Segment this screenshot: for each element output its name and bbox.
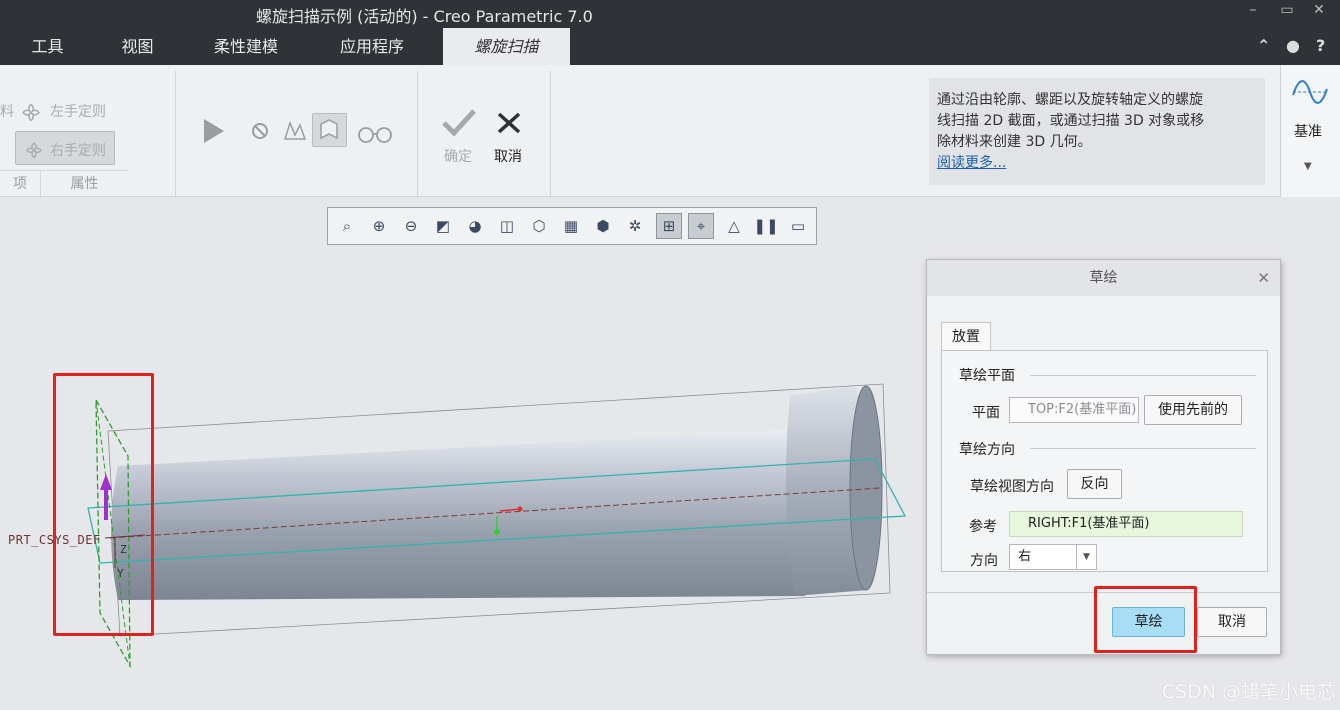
collapse-ribbon-icon[interactable]: ⌃ [1257, 36, 1270, 55]
sketch-plane-section-title: 草绘平面 [959, 368, 1015, 384]
chevron-down-icon[interactable]: ▼ [1076, 545, 1096, 569]
feature-preview-button[interactable] [312, 113, 347, 147]
right-hand-rule-button[interactable]: ᯽ 右手定则 [15, 131, 115, 165]
spin-center-icon[interactable]: ⌖ [688, 213, 714, 239]
tab-view[interactable]: 视图 [95, 28, 180, 65]
display-style-icon[interactable]: ◕ [462, 213, 488, 239]
minimize-button[interactable]: – [1242, 2, 1264, 18]
datum-display-icon[interactable]: ✲ [622, 213, 648, 239]
highlight-box-sketch-plane [53, 373, 154, 636]
plane-field[interactable]: TOP:F2(基准平面) [1009, 397, 1139, 423]
restore-button[interactable]: ▭ [1276, 2, 1298, 18]
ok-check-icon[interactable] [441, 107, 477, 137]
stop-icon[interactable] [250, 121, 270, 141]
placement-panel: 草绘平面 平面 TOP:F2(基准平面) 使用先前的 草绘方向 草绘视图方向 反… [941, 350, 1268, 572]
section-divider [1030, 448, 1256, 449]
glasses-preview-icon[interactable] [357, 123, 393, 145]
zoom-out-icon[interactable]: ⊖ [398, 213, 424, 239]
section-view-icon[interactable]: ▦ [558, 213, 584, 239]
title-bar: 螺旋扫描示例 (活动的) - Creo Parametric 7.0 – ▭ ✕ [0, 0, 1340, 28]
section-divider [1030, 375, 1256, 376]
perspective-icon[interactable]: ⬢ [590, 213, 616, 239]
view-manager-icon[interactable]: ⬡ [526, 213, 552, 239]
reference-label: 参考 [969, 519, 997, 535]
left-hand-rule[interactable]: 左手定则 [50, 101, 106, 121]
ribbon-panel: 料 ᯽ 左手定则 ᯽ 右手定则 项 属性 确定 取消 通过沿由轮廓、螺距以及旋转… [0, 65, 1340, 197]
use-previous-button[interactable]: 使用先前的 [1144, 395, 1242, 425]
reference-field[interactable]: RIGHT:F1(基准平面) [1009, 511, 1243, 537]
datum-group[interactable]: 基准 ▼ [1280, 65, 1340, 197]
view-direction-label: 草绘视图方向 [970, 479, 1054, 495]
tab-helical-sweep[interactable]: 螺旋扫描 [443, 28, 570, 65]
refit-icon[interactable]: ⌕ [334, 213, 360, 239]
saved-orientation-icon[interactable]: ◫ [494, 213, 520, 239]
tab-placement[interactable]: 放置 [941, 322, 991, 351]
partial-label: 料 [0, 104, 14, 120]
datum-label: 基准 [1294, 124, 1322, 140]
orientation-select[interactable]: 右 ▼ [1009, 544, 1097, 570]
flip-button[interactable]: 反向 [1067, 469, 1122, 499]
zoom-in-icon[interactable]: ⊕ [366, 213, 392, 239]
left-hand-icon: ᯽ [20, 100, 43, 124]
tab-flexible-modeling[interactable]: 柔性建模 [180, 28, 312, 65]
cancel-button[interactable]: 取消 [1197, 607, 1267, 637]
close-icon[interactable]: ✕ [1257, 269, 1270, 287]
named-view-icon[interactable]: ▭ [785, 213, 811, 239]
ribbon-separator [175, 71, 176, 196]
plane-label: 平面 [972, 405, 1000, 421]
help-text-line: 除材料来创建 3D 几何。 [937, 134, 1092, 150]
help-text-line: 通过沿由轮廓、螺距以及旋转轴定义的螺旋 [937, 92, 1203, 108]
group-options-partial[interactable]: 项 [0, 170, 40, 197]
dialog-title: 草绘 [927, 260, 1280, 296]
appearance-icon[interactable]: △ [721, 213, 747, 239]
cancel-label[interactable]: 取消 [494, 146, 522, 166]
orientation-value: 右 [1018, 549, 1032, 564]
ribbon-separator [417, 71, 418, 196]
ribbon-separator [550, 71, 551, 196]
orientation-label: 方向 [970, 553, 998, 569]
read-more-link[interactable]: 阅读更多... [937, 155, 1006, 171]
sketch-orientation-section-title: 草绘方向 [959, 442, 1015, 458]
verify-preview-icon[interactable] [282, 119, 308, 143]
help-icon[interactable]: ? [1316, 36, 1325, 55]
cancel-x-icon[interactable] [496, 111, 522, 135]
close-window-button[interactable]: ✕ [1308, 2, 1330, 18]
watermark: CSDN @蜡笔小电芯 [1161, 681, 1336, 703]
community-icon[interactable]: ● [1286, 36, 1300, 55]
datum-curve-icon [1292, 80, 1328, 104]
tab-applications[interactable]: 应用程序 [312, 28, 432, 65]
right-hand-icon: ᯽ [24, 140, 44, 161]
play-icon[interactable] [200, 117, 226, 145]
window-title: 螺旋扫描示例 (活动的) - Creo Parametric 7.0 [256, 7, 593, 26]
datum-dropdown-icon[interactable]: ▼ [1304, 161, 1312, 172]
ok-label[interactable]: 确定 [444, 146, 472, 166]
group-properties[interactable]: 属性 [40, 170, 128, 197]
feature-preview-icon [320, 119, 338, 140]
repaint-icon[interactable]: ◩ [430, 213, 456, 239]
highlight-box-sketch-button [1094, 586, 1197, 653]
help-text-line: 线扫描 2D 截面，或通过扫描 3D 对象或移 [937, 113, 1205, 129]
right-hand-label: 右手定则 [50, 143, 106, 159]
ribbon-tab-bar: 工具 视图 柔性建模 应用程序 螺旋扫描 ⌃ ● ? [0, 28, 1340, 65]
graphics-toolbar: ⌕ ⊕ ⊖ ◩ ◕ ◫ ⬡ ▦ ⬢ ✲ ⊞ ⌖ △ ❚❚ ▭ [327, 207, 817, 245]
feature-help-panel: 通过沿由轮廓、螺距以及旋转轴定义的螺旋 线扫描 2D 截面，或通过扫描 3D 对… [929, 78, 1265, 185]
tab-tools[interactable]: 工具 [0, 28, 95, 65]
annotation-display-icon[interactable]: ⊞ [656, 213, 682, 239]
pause-icon[interactable]: ❚❚ [753, 213, 779, 239]
